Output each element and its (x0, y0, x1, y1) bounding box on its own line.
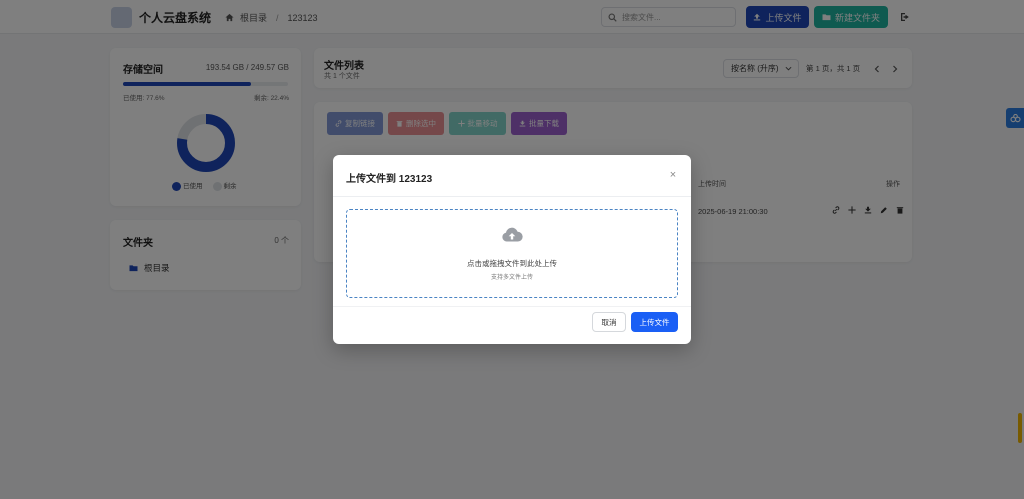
dropzone-sub-text: 支持多文件上传 (490, 275, 533, 281)
modal-divider (333, 196, 691, 197)
upload-modal: 上传文件到 123123 × 点击或拖拽文件到此处上传 支持多文件上传 取消 上… (333, 155, 691, 344)
cloud-upload-icon (502, 227, 523, 242)
modal-footer-divider (333, 306, 691, 307)
modal-title: 上传文件到 123123 (346, 174, 433, 185)
confirm-upload-button[interactable]: 上传文件 (631, 312, 678, 332)
cancel-button[interactable]: 取消 (592, 312, 626, 332)
close-icon[interactable]: × (667, 169, 679, 181)
dropzone-main-text: 点击或拖拽文件到此处上传 (467, 259, 557, 268)
upload-dropzone[interactable]: 点击或拖拽文件到此处上传 支持多文件上传 (346, 209, 678, 298)
